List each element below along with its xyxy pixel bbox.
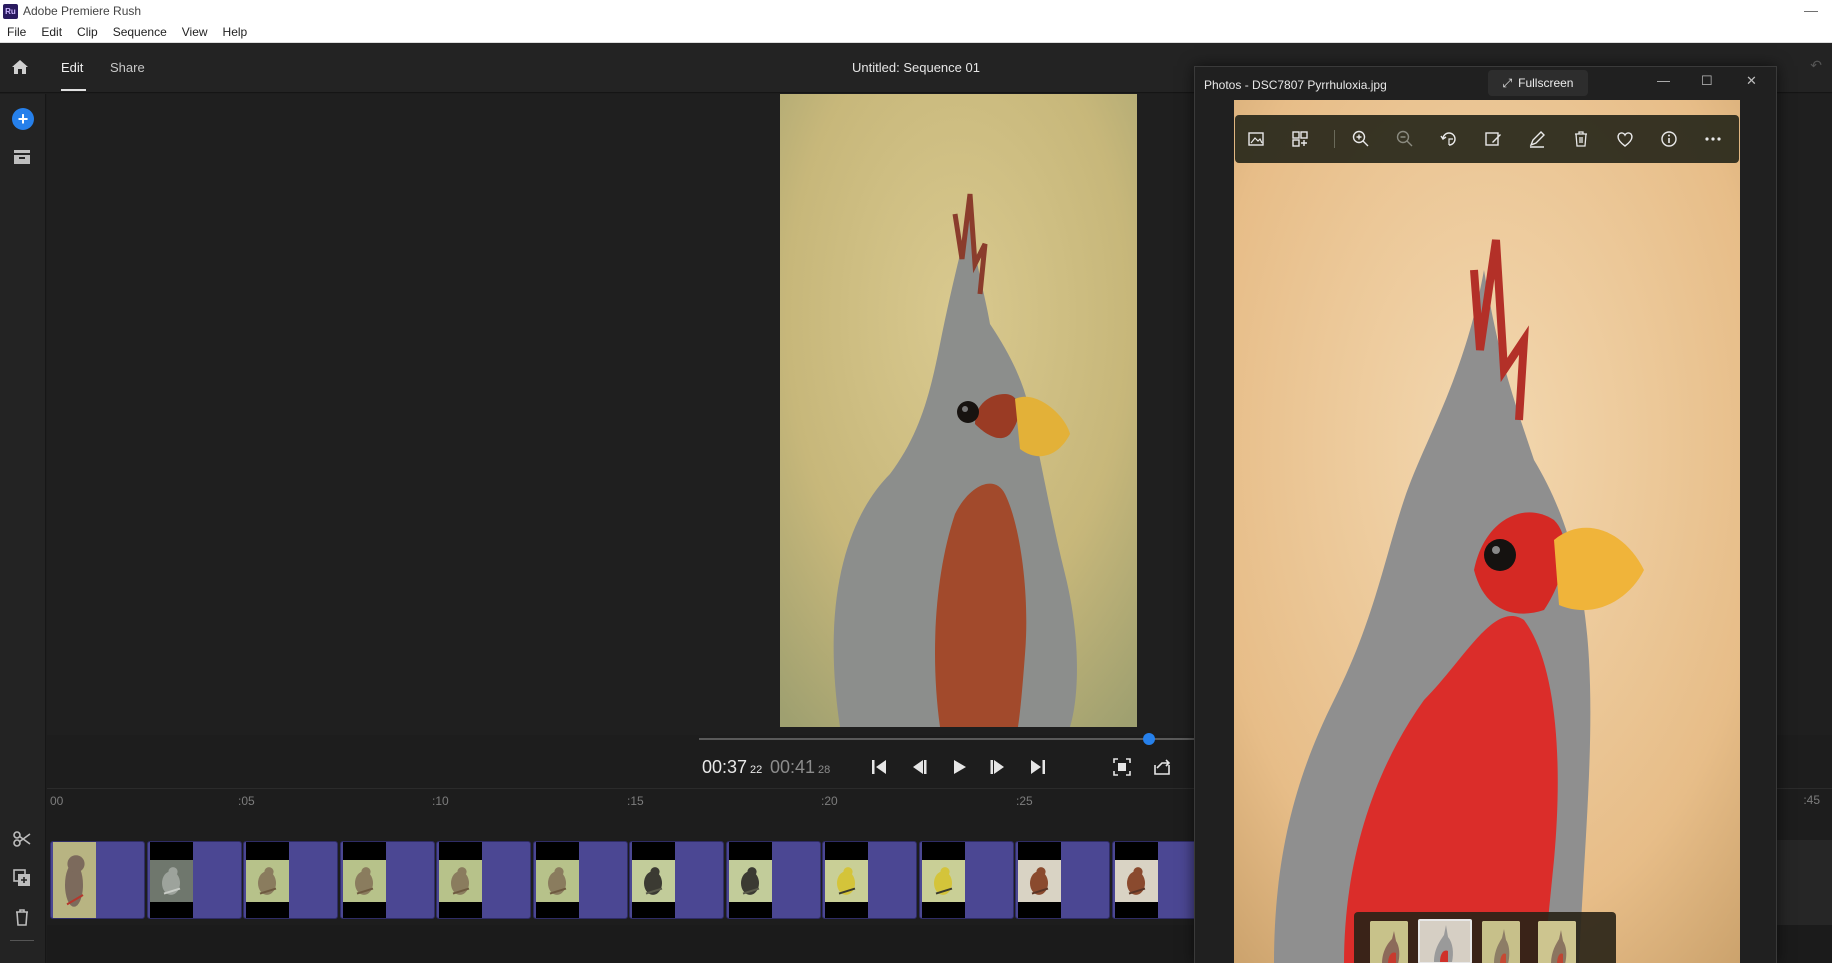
rotate-icon[interactable] <box>1439 129 1459 149</box>
timeline-clip[interactable] <box>822 841 917 919</box>
current-timecode: 00:37 22 <box>702 757 763 777</box>
favorite-icon[interactable] <box>1615 129 1635 149</box>
clip-thumbnail <box>1018 842 1061 918</box>
step-forward-icon[interactable] <box>988 757 1008 777</box>
window-title-bar: Ru Adobe Premiere Rush — <box>0 0 1832 22</box>
media-bin-icon[interactable] <box>12 148 32 166</box>
go-to-start-icon[interactable] <box>869 757 889 777</box>
clip-thumbnail <box>535 842 579 918</box>
duplicate-clip-icon[interactable] <box>12 868 32 888</box>
menu-sequence[interactable]: Sequence <box>113 25 167 39</box>
delete-icon[interactable] <box>1571 129 1591 149</box>
minimize-icon[interactable]: — <box>1804 2 1818 18</box>
active-tab-indicator <box>61 89 86 91</box>
window-title: Adobe Premiere Rush <box>23 4 142 18</box>
filmstrip-thumbnail[interactable] <box>1370 921 1408 963</box>
ruler-tick: :10 <box>432 794 449 808</box>
zoom-out-icon[interactable] <box>1395 129 1415 149</box>
duration-timecode: 00:41 28 <box>770 757 831 777</box>
ruler-tick: :45 <box>1803 793 1820 807</box>
clip-thumbnail <box>439 842 482 918</box>
screen: Ru Adobe Premiere Rush — File Edit Clip … <box>0 0 1832 963</box>
filmstrip-thumbnail[interactable] <box>1482 921 1520 963</box>
ruler-tick: 00 <box>50 794 64 808</box>
toolbar-separator <box>1334 130 1335 148</box>
clip-thumbnail <box>728 842 772 918</box>
menu-clip[interactable]: Clip <box>77 25 98 39</box>
draw-icon[interactable] <box>1527 129 1547 149</box>
step-back-icon[interactable] <box>909 757 929 777</box>
ruler-tick: :05 <box>238 794 255 808</box>
ruler-tick: :15 <box>627 794 644 808</box>
ruler-tick: :20 <box>821 794 838 808</box>
clip-thumbnail <box>246 842 289 918</box>
clip-thumbnail <box>921 842 965 918</box>
playhead-scrub-bar[interactable] <box>699 738 1194 740</box>
timeline-clip[interactable] <box>1111 841 1207 919</box>
clip-thumbnail <box>825 842 868 918</box>
filmstrip-thumbnail-selected[interactable] <box>1418 919 1472 963</box>
go-to-end-icon[interactable] <box>1028 757 1048 777</box>
split-clip-icon[interactable] <box>12 829 32 849</box>
preview-video-frame[interactable] <box>780 94 1137 727</box>
export-frame-icon[interactable] <box>1152 757 1172 777</box>
add-media-button[interactable]: + <box>12 108 34 130</box>
timeline-clip[interactable] <box>436 841 531 919</box>
undo-icon[interactable]: ↶ <box>1810 57 1822 74</box>
track-end-area <box>1776 840 1832 930</box>
play-icon[interactable] <box>949 757 969 777</box>
photos-toolbar <box>1235 115 1739 163</box>
timeline-clip[interactable] <box>532 841 628 919</box>
rail-divider <box>10 940 34 941</box>
timeline-clip[interactable] <box>243 841 338 919</box>
left-toolbar: + <box>0 94 46 963</box>
playhead-knob[interactable] <box>1143 733 1156 745</box>
timeline-clip[interactable] <box>339 841 435 919</box>
delete-clip-icon[interactable] <box>12 907 32 927</box>
timeline-clip[interactable] <box>918 841 1014 919</box>
info-icon[interactable] <box>1659 129 1679 149</box>
close-icon[interactable]: ✕ <box>1746 73 1757 89</box>
menu-file[interactable]: File <box>7 25 26 39</box>
filmstrip-thumbnail[interactable] <box>1538 921 1576 963</box>
menu-edit[interactable]: Edit <box>41 25 62 39</box>
zoom-in-icon[interactable] <box>1351 129 1371 149</box>
photos-filmstrip <box>1354 912 1616 963</box>
menu-help[interactable]: Help <box>223 25 248 39</box>
clip-thumbnail <box>632 842 675 918</box>
app-logo: Ru <box>3 3 18 19</box>
photos-app-window: Photos - DSC7807 Pyrrhuloxia.jpg ⤢ Fulls… <box>1194 66 1777 963</box>
timeline-clip[interactable] <box>1015 841 1110 919</box>
clip-thumbnail <box>342 842 386 918</box>
photos-window-title: Photos - DSC7807 Pyrrhuloxia.jpg <box>1204 78 1387 92</box>
clip-thumbnail <box>1114 842 1158 918</box>
minimize-icon[interactable]: — <box>1657 73 1670 88</box>
menu-bar: File Edit Clip Sequence View Help <box>0 22 1832 43</box>
timeline-clip[interactable] <box>50 841 145 919</box>
expand-icon: ⤢ <box>1502 75 1513 90</box>
photo-viewer[interactable] <box>1234 100 1740 963</box>
compare-icon[interactable] <box>1290 129 1310 149</box>
maximize-icon[interactable]: ☐ <box>1701 73 1713 89</box>
clip-thumbnail <box>149 842 193 918</box>
fullscreen-button[interactable]: ⤢ Fullscreen <box>1488 70 1588 96</box>
timeline-clip[interactable] <box>629 841 724 919</box>
fit-to-screen-icon[interactable] <box>1112 757 1132 777</box>
ruler-tick: :25 <box>1016 794 1033 808</box>
menu-view[interactable]: View <box>182 25 208 39</box>
timeline-clip[interactable] <box>146 841 242 919</box>
timeline-clip[interactable] <box>725 841 821 919</box>
clip-thumbnail <box>53 842 96 918</box>
more-icon[interactable] <box>1703 129 1723 149</box>
fullscreen-label: Fullscreen <box>1518 76 1574 90</box>
gallery-icon[interactable] <box>1246 129 1266 149</box>
edit-image-icon[interactable] <box>1483 129 1503 149</box>
